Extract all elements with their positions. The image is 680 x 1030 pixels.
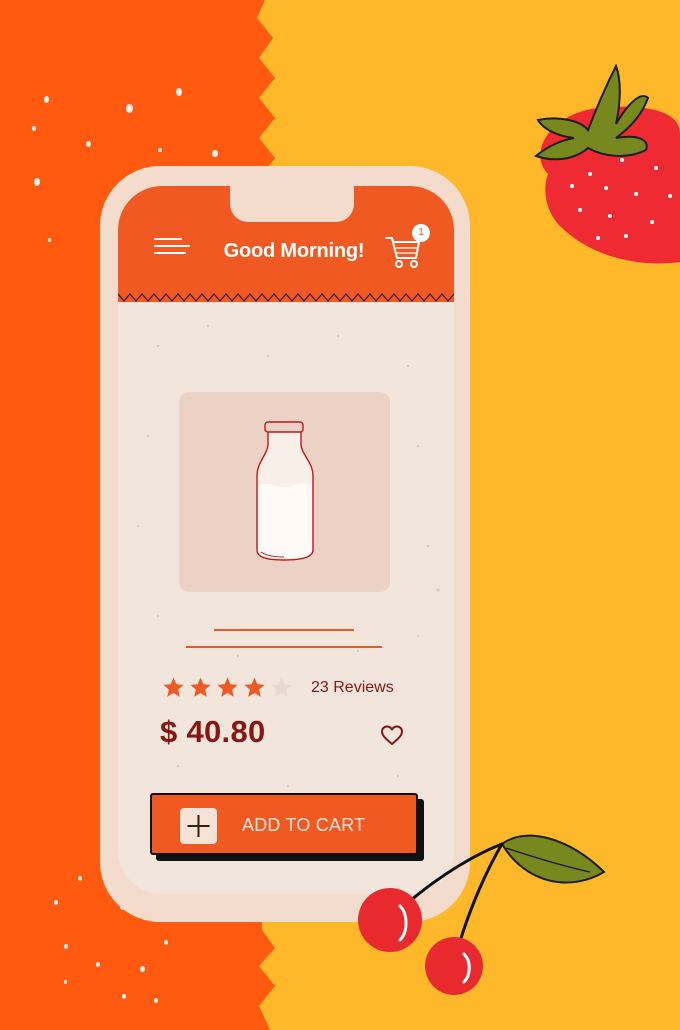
- title-placeholder-line-2: [186, 646, 382, 648]
- product-price: $ 40.80: [160, 714, 266, 749]
- phone-notch: [230, 186, 354, 222]
- greeting-title: Good Morning!: [223, 240, 365, 262]
- star-filled-icon: [190, 677, 211, 697]
- star-filled-icon: [244, 677, 265, 697]
- product-image[interactable]: [179, 392, 390, 592]
- phone-screen: Good Morning! 1 23 Reviews $ 40.80: [118, 186, 454, 894]
- heart-icon[interactable]: [380, 723, 404, 747]
- hamburger-menu-icon[interactable]: [154, 236, 190, 260]
- star-empty-icon: [271, 677, 292, 697]
- reviews-count[interactable]: 23 Reviews: [311, 679, 394, 697]
- plus-icon: [180, 808, 217, 844]
- add-to-cart-label: ADD TO CART: [242, 815, 366, 835]
- star-filled-icon: [163, 677, 184, 697]
- star-filled-icon: [217, 677, 238, 697]
- strawberry-icon: [533, 64, 680, 264]
- cart-count-badge: 1: [412, 224, 430, 242]
- milk-bottle-icon: [256, 421, 314, 561]
- cherries-icon: [358, 834, 606, 995]
- title-placeholder-line-1: [214, 629, 354, 631]
- header-zigzag-edge: [118, 290, 454, 302]
- shopping-cart-button[interactable]: 1: [384, 224, 430, 268]
- rating-stars: [162, 676, 293, 699]
